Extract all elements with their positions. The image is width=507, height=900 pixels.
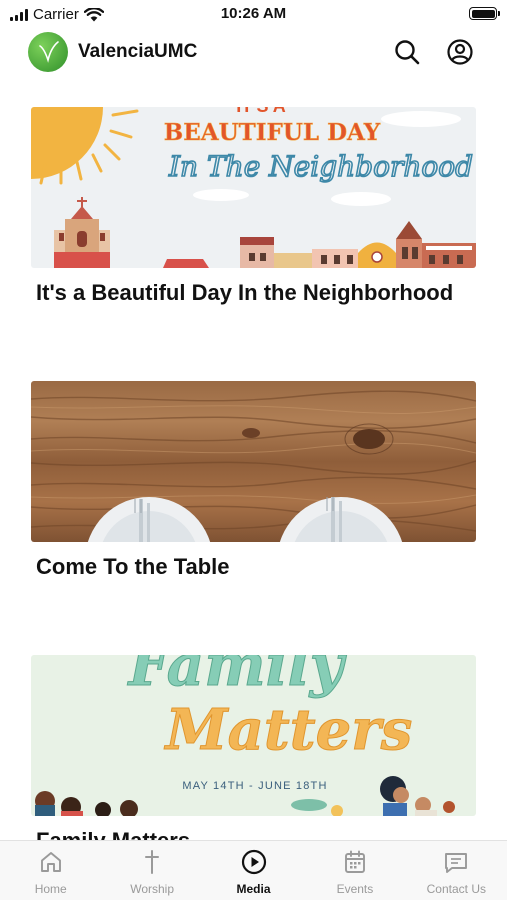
tab-label: Worship [130, 882, 174, 896]
tab-contact-us[interactable]: Contact Us [406, 841, 507, 900]
banner-line1: Family [127, 655, 348, 699]
beautiful-day-banner[interactable]: IT'S A BEAUTIFUL DAY In The Neighborhood [31, 107, 476, 268]
media-card-family-matters[interactable]: Family Matters MAY 14TH - JUNE 18TH [31, 655, 476, 840]
account-icon [447, 39, 473, 65]
card-title[interactable]: Family Matters [36, 826, 456, 840]
message-icon [445, 853, 468, 873]
tab-label: Home [34, 882, 67, 896]
tab-label: Contact Us [426, 882, 486, 896]
media-feed[interactable]: IT'S A BEAUTIFUL DAY In The Neighborhood [0, 76, 507, 840]
tab-label: Media [236, 882, 271, 896]
tab-worship[interactable]: Worship [101, 841, 202, 900]
come-to-the-table-banner[interactable] [31, 381, 476, 542]
home-icon [40, 852, 61, 872]
calendar-icon [344, 850, 365, 873]
banner-line2: BEAUTIFUL DAY [164, 119, 381, 146]
card-title[interactable]: It's a Beautiful Day In the Neighborhood [36, 278, 456, 307]
account-button[interactable] [446, 38, 474, 66]
leaf-logo-icon[interactable] [28, 32, 68, 72]
media-card-beautiful-day[interactable]: IT'S A BEAUTIFUL DAY In The Neighborhood [31, 107, 476, 307]
tab-bar: Home Worship Media Events Contact Us [0, 840, 507, 900]
family-matters-banner[interactable]: Family Matters MAY 14TH - JUNE 18TH [31, 655, 476, 816]
tab-home[interactable]: Home [0, 841, 101, 900]
search-button[interactable] [393, 38, 421, 66]
banner-dates: MAY 14TH - JUNE 18TH [182, 780, 327, 792]
tab-events[interactable]: Events [304, 841, 405, 900]
banner-line2: Matters [164, 697, 413, 763]
battery-icon [469, 7, 500, 20]
status-time: 10:26 AM [220, 5, 287, 22]
tab-label: Events [336, 882, 374, 896]
search-icon [395, 40, 420, 65]
status-bar: Carrier 10:26 AM [0, 0, 507, 28]
app-header: ValenciaUMC [0, 30, 507, 76]
tab-media[interactable]: Media [203, 841, 304, 900]
media-card-come-to-the-table[interactable]: Come To the Table [31, 381, 476, 581]
play-icon [241, 849, 266, 875]
banner-line1: IT'S A [236, 107, 286, 116]
card-title[interactable]: Come To the Table [36, 552, 456, 581]
banner-line3: In The Neighborhood [168, 150, 473, 183]
app-title: ValenciaUMC [78, 41, 198, 62]
cross-icon [145, 850, 160, 874]
